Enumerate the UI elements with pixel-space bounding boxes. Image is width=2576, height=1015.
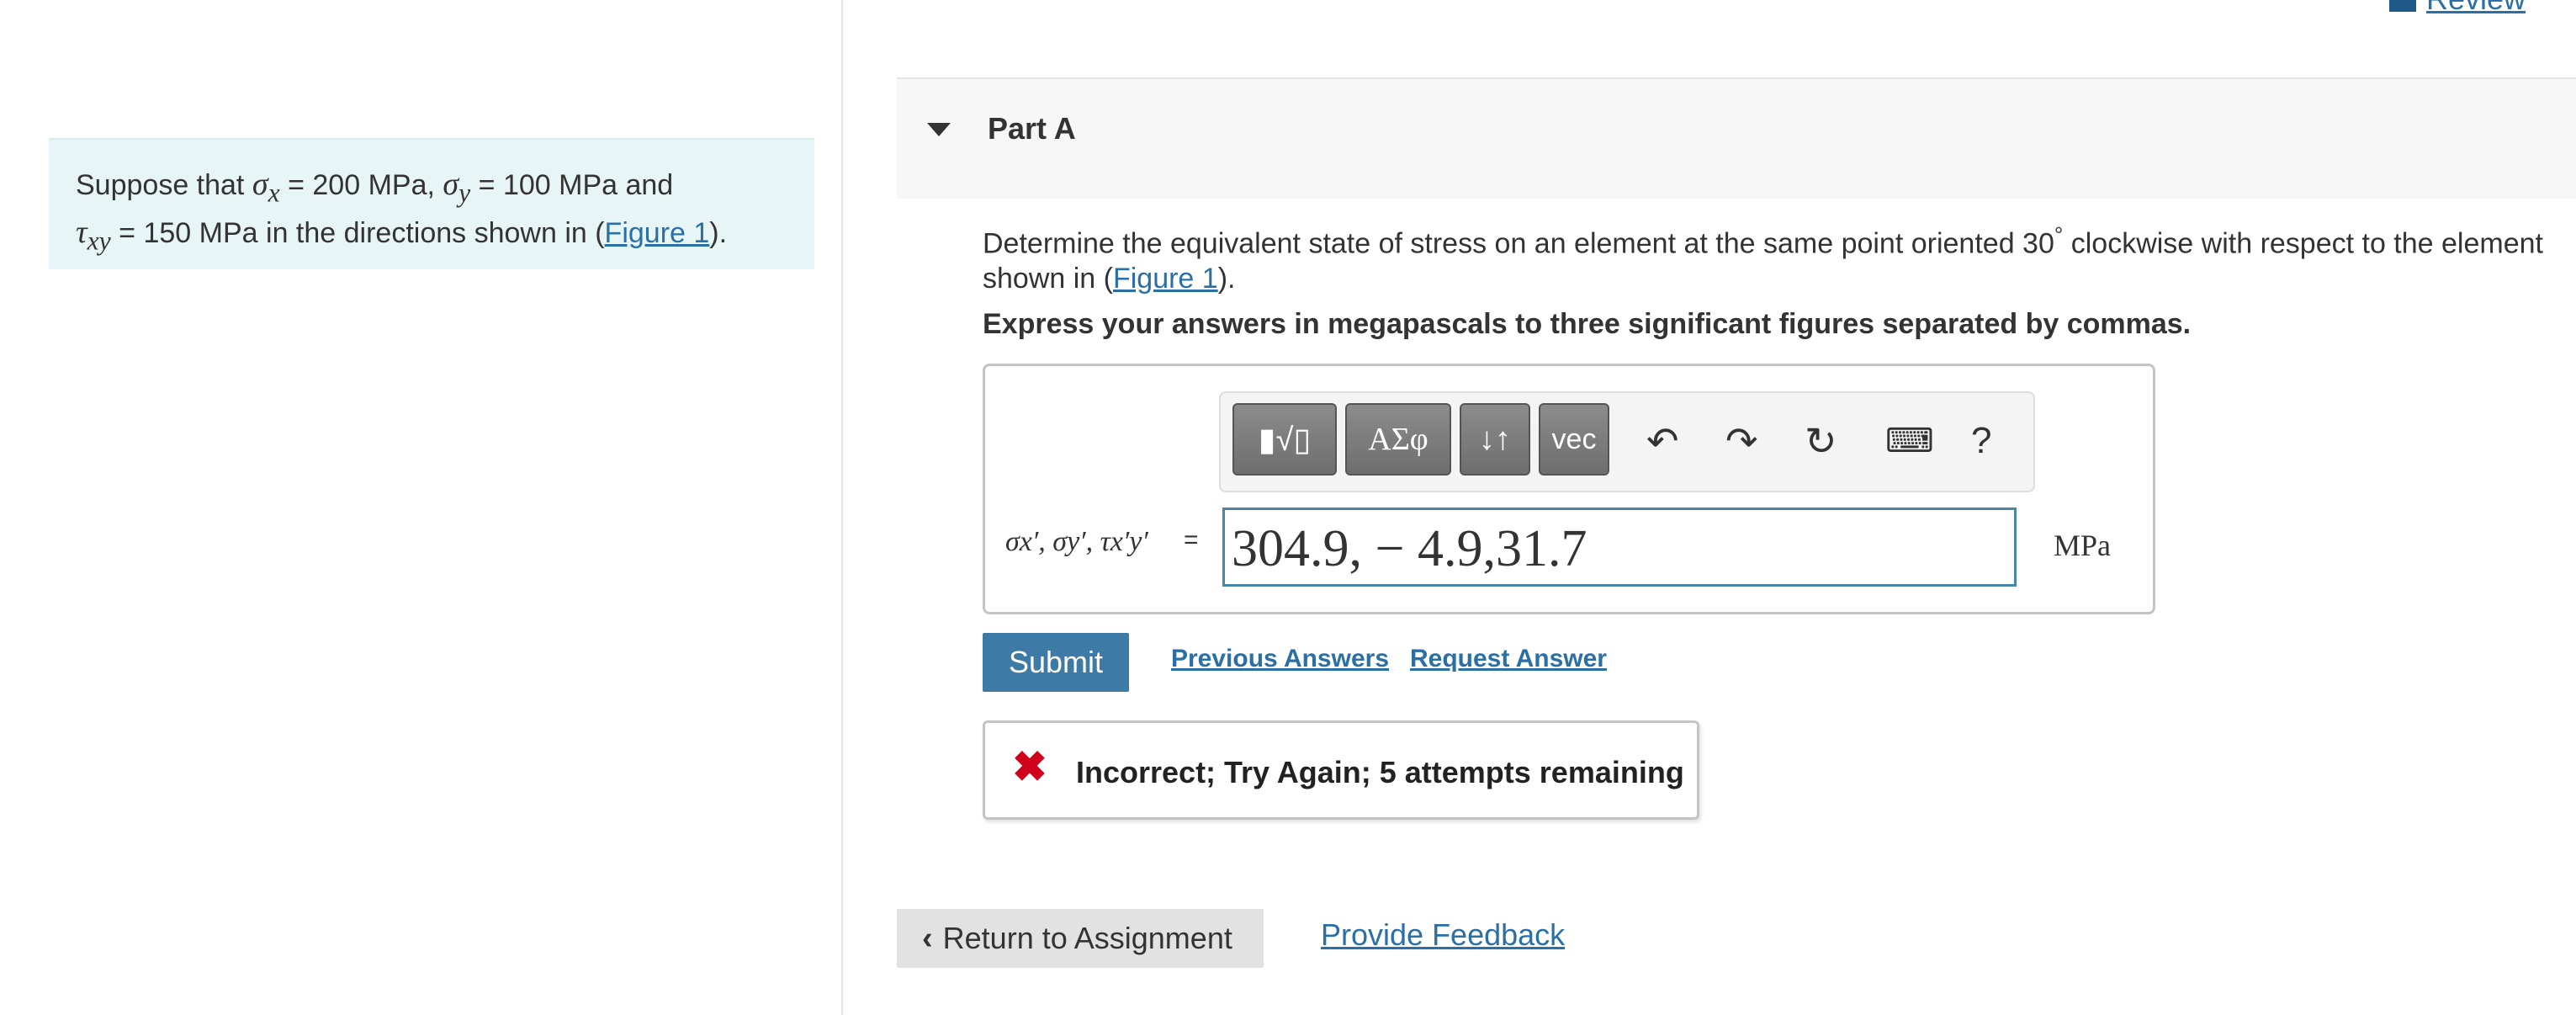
feedback-box: ✖ Incorrect; Try Again; 5 attempts remai… (983, 720, 1699, 820)
undo-icon[interactable]: ↶ (1646, 420, 1679, 462)
equals-sign: = (1184, 526, 1199, 554)
review-label[interactable]: Review (2426, 0, 2526, 17)
comma: , (427, 169, 443, 201)
sigma-y-value: = 100 MPa (470, 169, 618, 201)
question-text-3: ). (1217, 263, 1236, 295)
book-icon (2389, 0, 2416, 12)
intro-text-2: in the directions shown in ( (257, 216, 605, 249)
redo-icon[interactable]: ↷ (1725, 420, 1758, 462)
and-text: and (617, 169, 674, 201)
reset-icon[interactable]: ↻ (1805, 420, 1837, 462)
keyboard-icon[interactable]: ⌨ (1885, 420, 1934, 462)
degree-symbol: ° (2054, 222, 2064, 247)
request-answer-link[interactable]: Request Answer (1410, 645, 1607, 673)
review-link[interactable]: Review (2389, 0, 2526, 17)
arrows-button[interactable]: ↓↑ (1460, 403, 1530, 476)
return-label: Return to Assignment (942, 921, 1232, 955)
provide-feedback-link[interactable]: Provide Feedback (1321, 917, 1565, 953)
sigma-x-symbol: σx (252, 167, 280, 208)
return-to-assignment-button[interactable]: ‹ Return to Assignment (897, 909, 1264, 968)
question-text-1: Determine the equivalent state of stress… (983, 227, 2054, 260)
answer-unit: MPa (2054, 529, 2112, 562)
problem-intro: Suppose that σx = 200 MPa, σy = 100 MPa … (49, 138, 814, 269)
feedback-message: Incorrect; Try Again; 5 attempts remaini… (1076, 755, 1684, 789)
part-title: Part A (988, 111, 1076, 146)
tau-xy-symbol: τxy (76, 214, 111, 256)
answer-input[interactable]: 304.9, − 4.9,31.7 (1222, 508, 2017, 587)
panel-divider (841, 0, 843, 1015)
tau-xy-value: = 150 MPa (110, 216, 258, 249)
intro-text-3: ). (709, 216, 728, 249)
intro-text-1: Suppose that (76, 169, 252, 201)
answer-box: ▮√▯ ΑΣφ ↓↑ vec ↶ ↷ ↻ ⌨ ? σx′, σy′, τx′y′… (983, 364, 2155, 614)
sigma-y-symbol: σy (443, 167, 471, 208)
figure-link[interactable]: Figure 1 (1113, 263, 1218, 295)
chevron-left-icon: ‹ (922, 920, 933, 956)
figure-link[interactable]: Figure 1 (605, 217, 710, 249)
question-text: Determine the equivalent state of stress… (983, 217, 2547, 296)
templates-button[interactable]: ▮√▯ (1232, 403, 1337, 476)
answer-variables-label: σx′, σy′, τx′y′ (1005, 526, 1148, 557)
caret-down-icon[interactable] (927, 123, 951, 136)
math-toolbar: ▮√▯ ΑΣφ ↓↑ vec ↶ ↷ ↻ ⌨ ? (1219, 391, 2035, 492)
sigma-x-value: = 200 MPa (279, 169, 427, 201)
answer-instruction: Express your answers in megapascals to t… (983, 308, 2192, 340)
incorrect-x-icon: ✖ (1012, 743, 1047, 790)
vec-button[interactable]: vec (1539, 403, 1609, 476)
submit-button[interactable]: Submit (983, 633, 1129, 692)
help-icon[interactable]: ? (1971, 420, 1991, 462)
symbols-button[interactable]: ΑΣφ (1345, 403, 1451, 476)
previous-answers-link[interactable]: Previous Answers (1171, 645, 1389, 673)
part-a-header[interactable]: Part A (897, 77, 2576, 199)
